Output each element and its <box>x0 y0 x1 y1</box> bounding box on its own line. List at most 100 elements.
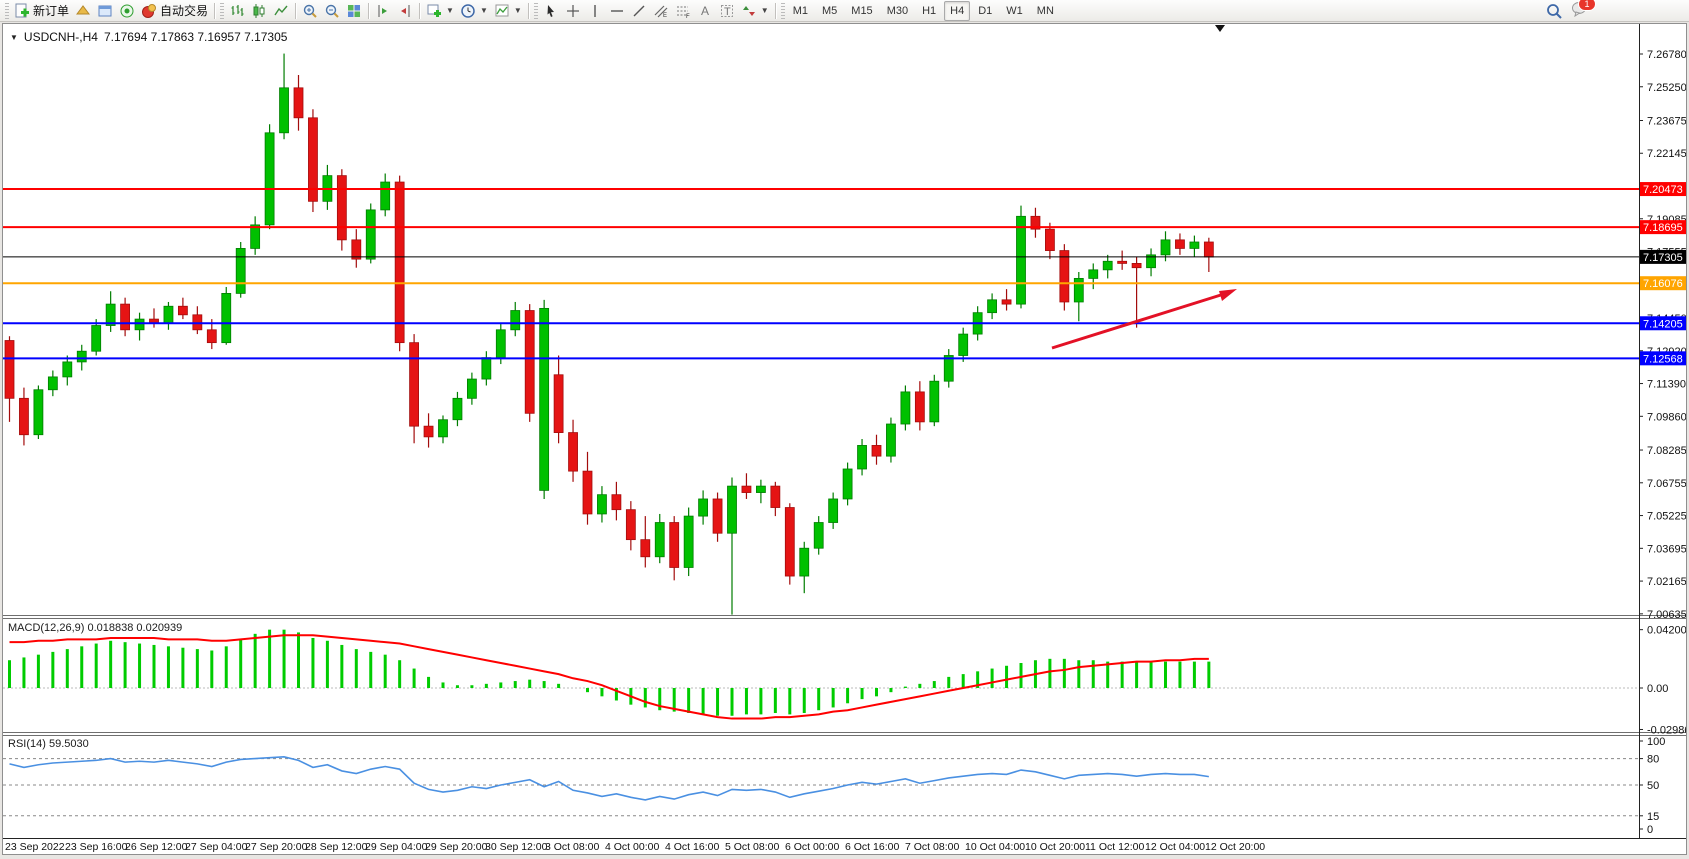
toolbar-separator <box>775 3 776 19</box>
zoom-in-button[interactable] <box>299 1 321 20</box>
price-tick-label: 7.05225 <box>1647 511 1686 523</box>
auto-scroll-button[interactable] <box>394 1 416 20</box>
candle-body <box>1175 240 1184 249</box>
candle-body <box>439 420 448 437</box>
tile-windows-button[interactable] <box>343 1 365 20</box>
time-axis-label: 28 Sep 12:00 <box>305 841 367 853</box>
candle-body <box>77 351 86 362</box>
time-axis[interactable]: 23 Sep 202223 Sep 16:0026 Sep 12:0027 Se… <box>3 839 1686 854</box>
notifications-button[interactable]: 1 <box>1571 1 1589 22</box>
candle-body <box>222 293 231 342</box>
timeframe-m30[interactable]: M30 <box>881 1 914 21</box>
candle-body <box>178 306 187 315</box>
candle-body <box>525 311 534 414</box>
arrows-tool-button[interactable]: ▼ <box>738 1 772 20</box>
timeframe-m5[interactable]: M5 <box>816 1 843 21</box>
line-chart-button[interactable] <box>270 1 292 20</box>
timeframe-h4[interactable]: H4 <box>944 1 970 21</box>
toolbar-grip[interactable] <box>5 3 9 19</box>
candle-body <box>626 510 635 540</box>
candle-body <box>482 358 491 379</box>
candle-body <box>785 508 794 577</box>
fibonacci-icon: F <box>675 3 691 19</box>
crosshair-tool-button[interactable] <box>562 1 584 20</box>
candle-body <box>1002 300 1011 304</box>
trendline-tool-button[interactable] <box>628 1 650 20</box>
chart-shift-button[interactable] <box>372 1 394 20</box>
new-order-icon <box>14 3 30 19</box>
candle-body <box>829 499 838 523</box>
zoom-out-button[interactable] <box>321 1 343 20</box>
candle-body <box>699 499 708 516</box>
candle-body <box>48 377 57 390</box>
vertical-line-tool-button[interactable] <box>584 1 606 20</box>
toolbar-grip[interactable] <box>534 3 538 19</box>
toolbar-grip[interactable] <box>781 3 785 19</box>
market-watch-button[interactable] <box>94 1 116 20</box>
candle-body <box>1190 242 1199 248</box>
horizontal-line-tool-button[interactable] <box>606 1 628 20</box>
timeframe-m1[interactable]: M1 <box>787 1 814 21</box>
candle-body <box>352 240 361 259</box>
signals-button[interactable] <box>116 1 138 20</box>
text-tool-button[interactable]: A <box>694 1 716 20</box>
candle-body <box>294 88 303 118</box>
candle-body <box>959 334 968 355</box>
macd-axis-label: -0.029864 <box>1647 724 1686 736</box>
cursor-tool-button[interactable] <box>540 1 562 20</box>
text-label-tool-button[interactable]: T <box>716 1 738 20</box>
rsi-indicator-label: RSI(14) 59.5030 <box>8 738 89 750</box>
candle-body <box>944 355 953 381</box>
rsi-line <box>10 757 1209 800</box>
candle-body <box>1074 278 1083 302</box>
candle-body <box>930 381 939 422</box>
candle-body <box>1103 261 1112 270</box>
toolbar-grip[interactable] <box>220 3 224 19</box>
candle-body <box>1118 261 1127 263</box>
candle-body <box>901 392 910 424</box>
candle-body <box>756 486 765 492</box>
period-clock-button[interactable]: ▼ <box>457 1 491 20</box>
indicators-button[interactable]: ▼ <box>491 1 525 20</box>
price-tick-label: 7.02165 <box>1647 576 1686 588</box>
price-tick-label: 7.08285 <box>1647 445 1686 457</box>
time-axis-label: 11 Oct 12:00 <box>1085 841 1144 853</box>
time-axis-label: 4 Oct 16:00 <box>665 841 719 853</box>
timeframe-h1[interactable]: H1 <box>916 1 942 21</box>
price-tag-label: 7.20473 <box>1643 184 1683 196</box>
candle-body <box>569 433 578 472</box>
timeframe-mn[interactable]: MN <box>1031 1 1060 21</box>
autotrade-button[interactable]: 自动交易 <box>138 1 211 20</box>
chart-shift-marker[interactable] <box>1215 25 1225 32</box>
fibonacci-tool-button[interactable]: F <box>672 1 694 20</box>
search-icon[interactable] <box>1546 3 1563 20</box>
candle-body <box>771 486 780 507</box>
charts-profile-button[interactable] <box>72 1 94 20</box>
candle-body <box>612 495 621 510</box>
candlestick-chart-button[interactable] <box>248 1 270 20</box>
equidistant-channel-tool-button[interactable]: E <box>650 1 672 20</box>
crosshair-icon <box>565 3 581 19</box>
main-toolbar: 新订单 自动交易 ▼ <box>0 0 1689 22</box>
timeframe-d1[interactable]: D1 <box>972 1 998 21</box>
candle-body <box>684 516 693 567</box>
candle-body <box>366 210 375 259</box>
text-label-icon: T <box>719 3 735 19</box>
candle-body <box>34 390 43 435</box>
price-tick-label: 7.23675 <box>1647 115 1686 127</box>
chevron-down-icon: ▼ <box>480 6 488 15</box>
auto-scroll-icon <box>397 3 413 19</box>
price-tag-label: 7.17305 <box>1643 252 1683 264</box>
rsi-axis-label: 15 <box>1647 811 1659 823</box>
timeframe-w1[interactable]: W1 <box>1000 1 1029 21</box>
candle-body <box>800 548 809 576</box>
chevron-down-icon[interactable]: ▼ <box>10 33 18 42</box>
new-chart-button[interactable]: ▼ <box>423 1 457 20</box>
timeframe-m15[interactable]: M15 <box>845 1 878 21</box>
candle-body <box>467 379 476 398</box>
chart-plot-area[interactable]: 7.267807.252507.236757.221457.190857.175… <box>3 24 1686 854</box>
charts-profile-icon <box>75 3 91 19</box>
time-axis-label: 23 Sep 16:00 <box>65 841 127 853</box>
new-order-button[interactable]: 新订单 <box>11 1 72 20</box>
bar-chart-button[interactable] <box>226 1 248 20</box>
